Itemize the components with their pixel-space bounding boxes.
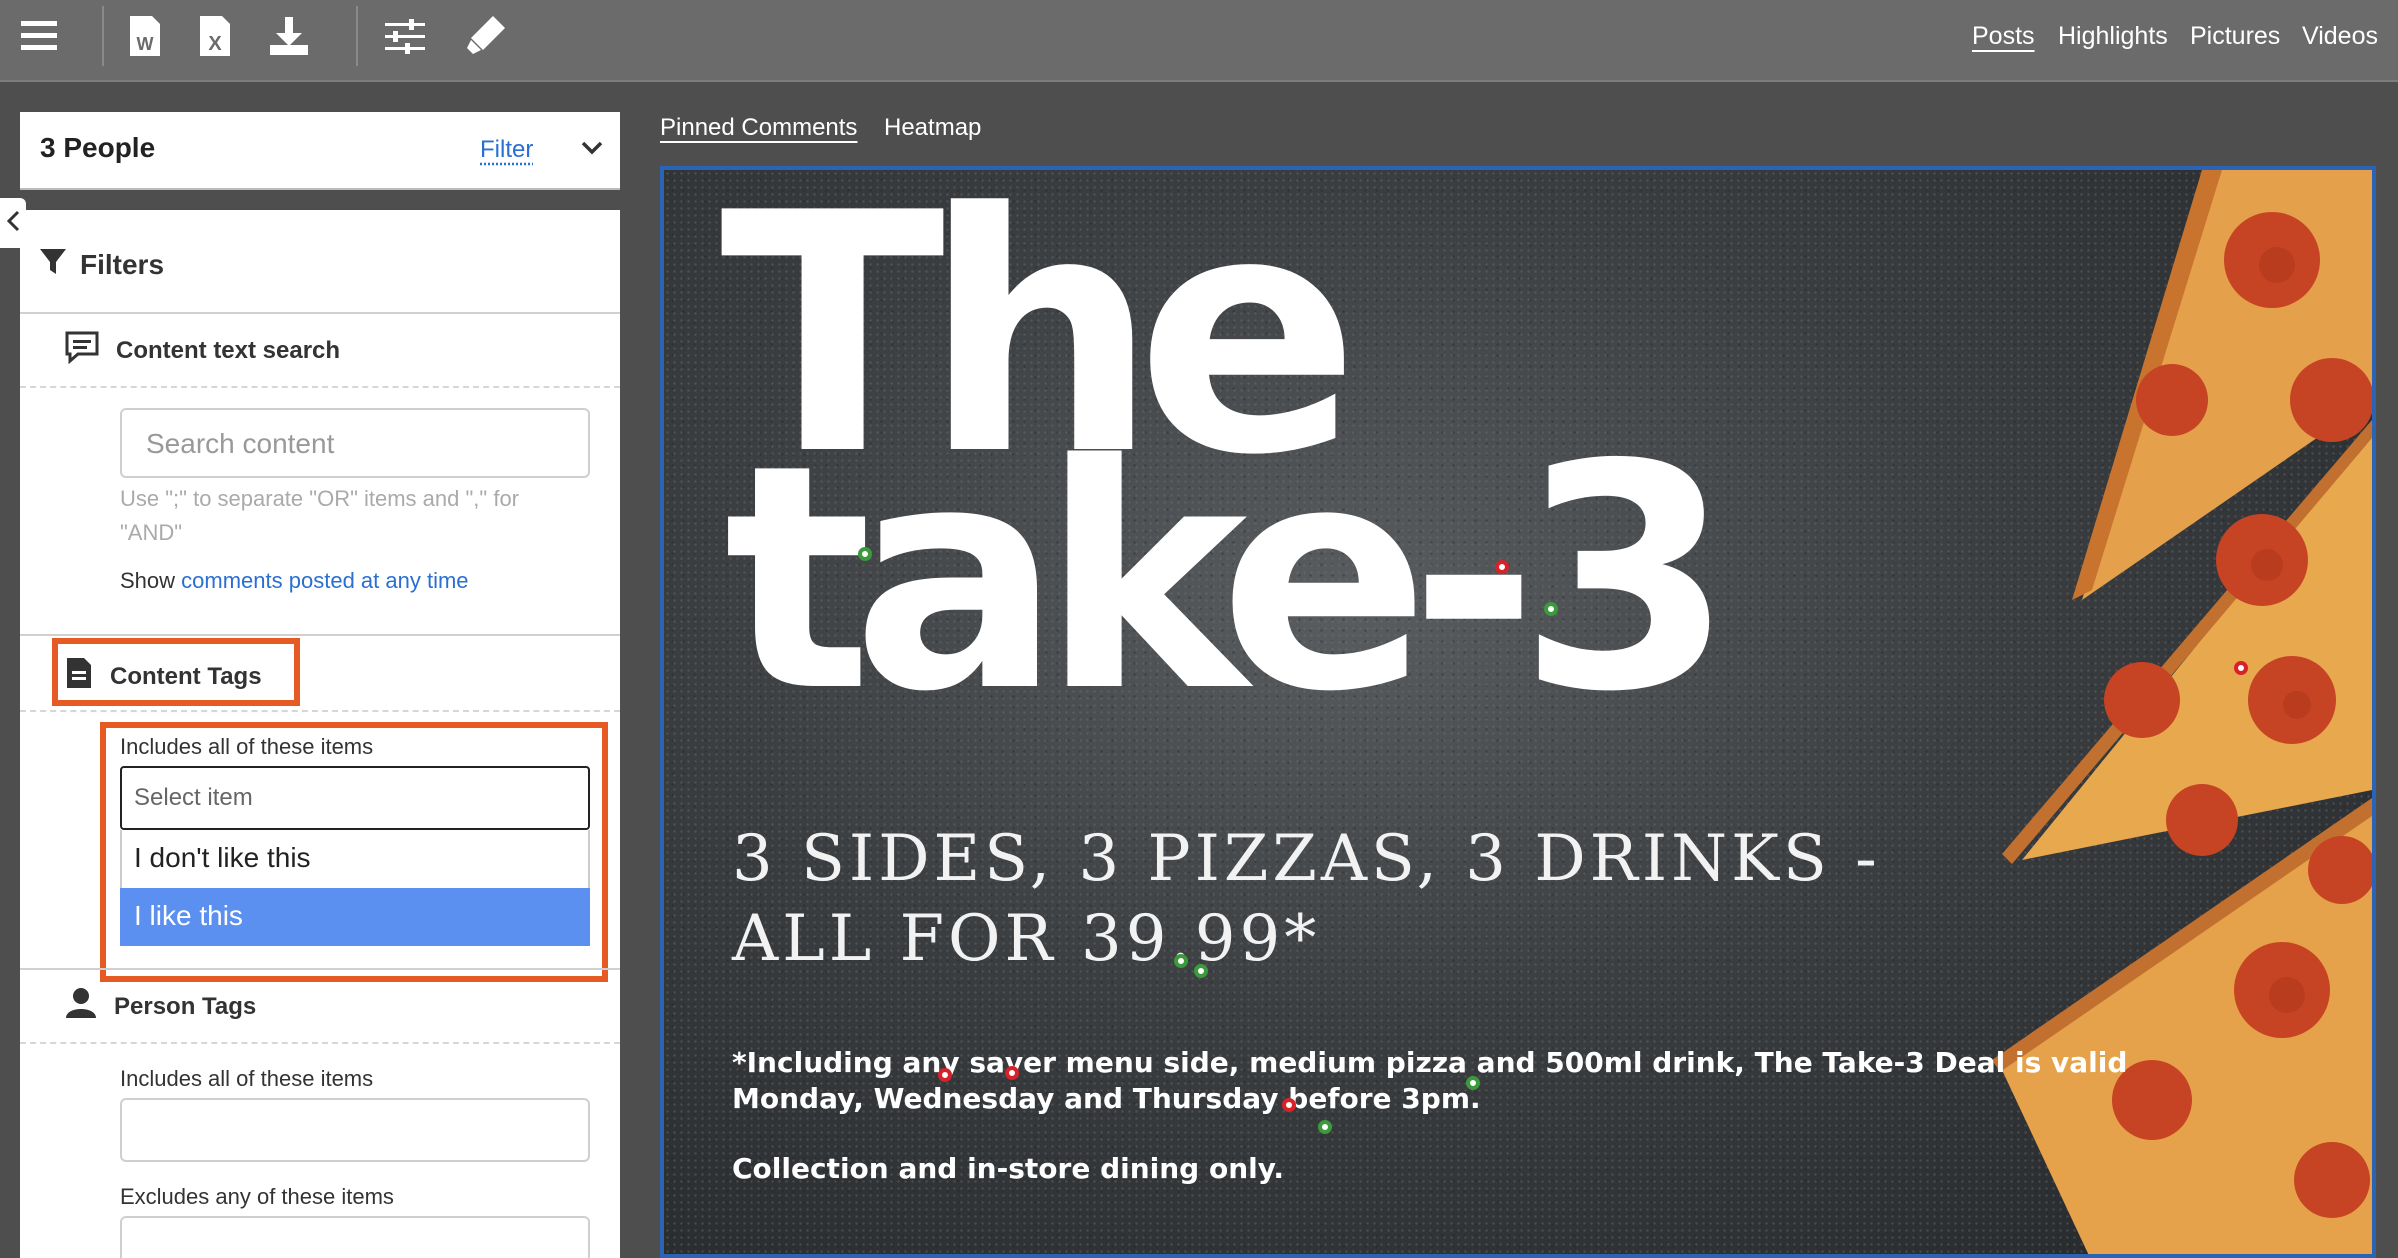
content-tags-label: Content Tags	[110, 662, 262, 690]
content-text-search-heading: Content text search	[64, 330, 340, 371]
search-content-input[interactable]: Search content	[120, 408, 590, 478]
word-export-icon[interactable]: W	[122, 0, 168, 72]
content-tags-heading: Content Tags	[64, 656, 262, 697]
chevron-down-icon[interactable]	[580, 136, 604, 165]
tab-pinned-comments[interactable]: Pinned Comments	[660, 114, 857, 142]
poster-fineprint-line3: Collection and in-store dining only.	[732, 1152, 1285, 1185]
person-excludes-label: Excludes any of these items	[120, 1184, 394, 1209]
svg-text:W: W	[137, 34, 154, 54]
nav-pictures[interactable]: Pictures	[2190, 22, 2280, 51]
person-tags-label: Person Tags	[114, 992, 257, 1020]
comment-pin-dislike[interactable]	[1005, 1066, 1019, 1080]
divider	[20, 386, 620, 388]
person-icon	[64, 986, 98, 1027]
search-content-placeholder: Search content	[146, 428, 335, 459]
excel-export-icon[interactable]: X	[192, 0, 238, 72]
divider	[20, 710, 620, 712]
filters-heading-label: Filters	[80, 248, 165, 280]
show-prefix: Show	[120, 568, 176, 593]
tab-heatmap[interactable]: Heatmap	[884, 114, 981, 142]
nav-videos[interactable]: Videos	[2302, 22, 2378, 51]
comment-pin-like[interactable]	[1466, 1076, 1480, 1090]
comment-icon	[64, 330, 100, 371]
highlighter-icon[interactable]	[460, 0, 510, 72]
divider	[20, 634, 620, 636]
content-text-search-label: Content text search	[116, 336, 341, 364]
toolbar-divider	[356, 6, 358, 66]
search-hint: Use ";" to separate "OR" items and "," f…	[120, 486, 520, 545]
poster-fineprint-line2: Monday, Wednesday and Thursday before 3p…	[732, 1082, 1481, 1115]
person-excludes-input[interactable]	[120, 1216, 590, 1258]
comment-pin-like[interactable]	[858, 547, 872, 561]
nav-highlights[interactable]: Highlights	[2058, 22, 2168, 51]
poster-title-line2: take-3	[724, 399, 1734, 760]
toolbar-divider	[102, 6, 104, 66]
divider	[20, 968, 620, 970]
comment-pin-dislike[interactable]	[1495, 560, 1509, 574]
menu-icon[interactable]	[14, 0, 64, 72]
filters-panel: Filters Content text search Search conte…	[20, 210, 620, 1258]
show-time-range: Show comments posted at any time	[120, 568, 469, 594]
content-tags-dropdown: Select item I don't like this I like thi…	[120, 766, 590, 946]
chevron-left-icon	[5, 209, 21, 238]
download-icon[interactable]	[264, 0, 314, 72]
select-item-input[interactable]: Select item	[120, 766, 590, 830]
people-count: 3 People	[40, 132, 156, 163]
comment-pin-dislike[interactable]	[938, 1068, 952, 1082]
comment-pin-like[interactable]	[1194, 964, 1208, 978]
pizza-image	[1992, 170, 2372, 1254]
top-toolbar: W X Posts Highlights Pictures Videos	[0, 0, 2398, 82]
people-summary: 3 People Filter	[20, 112, 620, 190]
filter-link[interactable]: Filter	[480, 136, 533, 164]
person-includes-input[interactable]	[120, 1098, 590, 1162]
comment-pin-like[interactable]	[1544, 602, 1558, 616]
comment-pin-dislike[interactable]	[1282, 1098, 1296, 1112]
filters-heading: Filters	[38, 246, 164, 283]
time-range-link[interactable]: comments posted at any time	[181, 568, 468, 593]
content-includes-label: Includes all of these items	[120, 734, 374, 759]
person-includes-label: Includes all of these items	[120, 1066, 374, 1091]
poster-subtitle-line2: ALL FOR 39.99*	[732, 902, 1321, 976]
option-label: I like this	[134, 900, 243, 931]
option-dont-like[interactable]: I don't like this	[120, 830, 590, 888]
divider	[20, 312, 620, 314]
person-tags-heading: Person Tags	[64, 986, 256, 1027]
funnel-icon	[38, 246, 68, 283]
svg-text:X: X	[208, 33, 222, 55]
settings-sliders-icon[interactable]	[380, 0, 430, 72]
document-icon	[64, 656, 94, 697]
nav-posts[interactable]: Posts	[1972, 22, 2035, 51]
comment-pin-like[interactable]	[1174, 954, 1188, 968]
select-item-placeholder: Select item	[134, 784, 253, 811]
option-label: I don't like this	[134, 842, 311, 873]
divider	[20, 1042, 620, 1044]
poster-subtitle-line1: 3 SIDES, 3 PIZZAS, 3 DRINKS -	[732, 822, 1881, 896]
comment-pin-dislike[interactable]	[2234, 661, 2248, 675]
option-like[interactable]: I like this	[120, 888, 590, 946]
comment-pin-like[interactable]	[1318, 1120, 1332, 1134]
poster-image[interactable]: The take-3 3 SIDES, 3 PIZZAS, 3 DRINKS -…	[660, 166, 2376, 1258]
